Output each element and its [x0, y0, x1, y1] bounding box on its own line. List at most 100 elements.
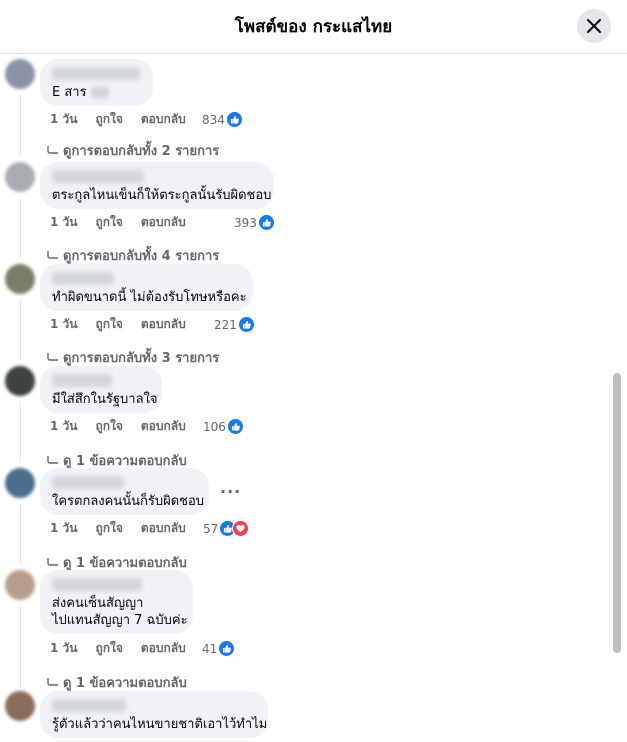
comment-author[interactable]: [52, 374, 112, 387]
avatar[interactable]: [5, 468, 35, 498]
reply-arrow-icon: [47, 677, 58, 686]
redacted-text: [90, 87, 109, 98]
reply-button[interactable]: ตอบกลับ: [141, 315, 186, 334]
reaction-summary[interactable]: 106: [203, 418, 244, 435]
comment-bubble: ทำผิดขนาดนี้ ไม่ต้องรับโทษหรือคะ: [40, 264, 253, 311]
like-button[interactable]: ถูกใจ: [95, 639, 122, 658]
thread-line: [20, 402, 21, 462]
thread-line: [20, 95, 21, 155]
avatar[interactable]: [5, 59, 35, 89]
reply-arrow-icon: [47, 145, 58, 154]
reply-arrow-icon: [47, 250, 58, 259]
comment-more-button[interactable]: ···: [220, 482, 241, 501]
reaction-count: 221: [214, 317, 237, 332]
comment-author[interactable]: [52, 67, 140, 80]
scrollbar-thumb[interactable]: [613, 373, 621, 653]
comment-text: ใครตกลงคนนั้นก็รับผิดชอบ: [52, 493, 205, 510]
comment-bubble: ตระกูลไหนเข็นก็ให้ตระกูลนั้นรับผิดชอบ: [40, 162, 274, 209]
thread-line: [20, 504, 21, 564]
like-icon: [225, 111, 243, 128]
reply-button[interactable]: ตอบกลับ: [141, 417, 186, 436]
comment-author[interactable]: [52, 170, 144, 183]
comments-feed[interactable]: E สาร 1 วัน ถูกใจ ตอบกลับ 834 ดูการตอบกล…: [0, 55, 612, 742]
close-button[interactable]: [577, 9, 611, 43]
comment-text-line: ใครตกลงคนนั้นก็รับผิดชอบ: [52, 494, 205, 509]
view-replies-link[interactable]: ดู 1 ข้อความตอบกลับ: [47, 672, 187, 693]
comment-author[interactable]: [52, 578, 142, 591]
comment-author[interactable]: [52, 699, 126, 712]
comment-bubble: E สาร: [40, 59, 153, 106]
comment-time[interactable]: 1 วัน: [50, 213, 77, 232]
like-icon: [237, 316, 255, 333]
view-replies-link[interactable]: ดูการตอบกลับทั้ง 3 รายการ: [47, 347, 219, 368]
comment-bubble: ส่งคนเซ็นสัญญา ไปแทนสัญญา 7 ฉบับค่ะ: [40, 570, 193, 634]
comment-text: รู้ตัวแล้วว่าคนไหนขายชาติเอาไว้ทำไม: [52, 716, 268, 733]
comment-text-line: ส่งคนเซ็นสัญญา: [52, 596, 144, 611]
comment-text-line: ไปแทนสัญญา 7 ฉบับค่ะ: [52, 613, 188, 628]
comment-text: ตระกูลไหนเข็นก็ให้ตระกูลนั้นรับผิดชอบ: [52, 187, 272, 204]
view-replies-label: ดูการตอบกลับทั้ง 3 รายการ: [63, 351, 220, 366]
comment-time[interactable]: 1 วัน: [50, 110, 77, 129]
like-button[interactable]: ถูกใจ: [95, 519, 122, 538]
comment-author[interactable]: [52, 476, 124, 489]
comment-actions: 1 วัน ถูกใจ ตอบกลับ: [50, 316, 204, 332]
reply-arrow-icon: [47, 455, 58, 464]
comment-text-line: มีใส่สึกในรัฐบาลใจ: [52, 392, 158, 407]
reply-arrow-icon: [47, 352, 58, 361]
avatar[interactable]: [5, 691, 35, 721]
reaction-summary[interactable]: 834: [202, 111, 243, 128]
reaction-summary[interactable]: 221: [214, 316, 255, 333]
reaction-summary[interactable]: 57: [203, 520, 250, 537]
comment-actions: 1 วัน ถูกใจ ตอบกลับ: [50, 418, 204, 434]
reaction-summary[interactable]: 41: [202, 640, 236, 657]
dialog-header: โพสต์ของ กระแสไทย: [0, 0, 627, 54]
like-button[interactable]: ถูกใจ: [95, 315, 122, 334]
like-icon: [226, 418, 244, 435]
comment-bubble: ใครตกลงคนนั้นก็รับผิดชอบ: [40, 468, 209, 515]
comment-time[interactable]: 1 วัน: [50, 315, 77, 334]
reply-button[interactable]: ตอบกลับ: [141, 213, 186, 232]
comment-text: E สาร: [52, 84, 141, 101]
comment-text: ส่งคนเซ็นสัญญา ไปแทนสัญญา 7 ฉบับค่ะ: [52, 595, 188, 629]
reaction-count: 393: [234, 215, 257, 230]
comment-bubble: มีใส่สึกในรัฐบาลใจ: [40, 366, 162, 413]
comment-author[interactable]: [52, 272, 114, 285]
reply-button[interactable]: ตอบกลับ: [141, 639, 186, 658]
avatar[interactable]: [5, 570, 35, 600]
thread-line: [20, 198, 21, 258]
like-icon: [257, 214, 275, 231]
comment-text-line: ตระกูลไหนเข็นก็ให้ตระกูลนั้นรับผิดชอบ: [52, 188, 272, 203]
comment-text: ทำผิดขนาดนี้ ไม่ต้องรับโทษหรือคะ: [52, 289, 247, 306]
view-replies-link[interactable]: ดูการตอบกลับทั้ง 2 รายการ: [47, 140, 219, 161]
comment-text-line: E สาร: [52, 85, 87, 100]
reaction-count: 57: [203, 521, 219, 536]
like-button[interactable]: ถูกใจ: [95, 213, 122, 232]
dialog-title: โพสต์ของ กระแสไทย: [234, 17, 393, 37]
reaction-count: 41: [202, 641, 218, 656]
comment-text-line: รู้ตัวแล้วว่าคนไหนขายชาติเอาไว้ทำไม: [52, 717, 268, 732]
avatar[interactable]: [5, 264, 35, 294]
comment-time[interactable]: 1 วัน: [50, 519, 77, 538]
view-replies-link[interactable]: ดูการตอบกลับทั้ง 4 รายการ: [47, 245, 219, 266]
comment-actions: 1 วัน ถูกใจ ตอบกลับ: [50, 111, 204, 127]
scrollbar[interactable]: [612, 55, 627, 742]
view-replies-label: ดูการตอบกลับทั้ง 2 รายการ: [63, 144, 220, 159]
comment-time[interactable]: 1 วัน: [50, 417, 77, 436]
like-button[interactable]: ถูกใจ: [95, 110, 122, 129]
reply-button[interactable]: ตอบกลับ: [141, 110, 186, 129]
reaction-count: 834: [202, 112, 225, 127]
reaction-summary[interactable]: 393: [234, 214, 275, 231]
avatar[interactable]: [5, 366, 35, 396]
reaction-count: 106: [203, 419, 226, 434]
like-button[interactable]: ถูกใจ: [95, 417, 122, 436]
thread-line: [20, 606, 21, 688]
comment-actions: 1 วัน ถูกใจ ตอบกลับ: [50, 520, 204, 536]
reply-arrow-icon: [47, 557, 58, 566]
avatar[interactable]: [5, 162, 35, 192]
view-replies-label: ดู 1 ข้อความตอบกลับ: [63, 676, 187, 691]
reply-button[interactable]: ตอบกลับ: [141, 519, 186, 538]
comment-bubble: รู้ตัวแล้วว่าคนไหนขายชาติเอาไว้ทำไม: [40, 691, 268, 738]
comment-time[interactable]: 1 วัน: [50, 639, 77, 658]
comment-actions: 1 วัน ถูกใจ ตอบกลับ: [50, 640, 204, 656]
comment-text-line: ทำผิดขนาดนี้ ไม่ต้องรับโทษหรือคะ: [52, 290, 247, 305]
